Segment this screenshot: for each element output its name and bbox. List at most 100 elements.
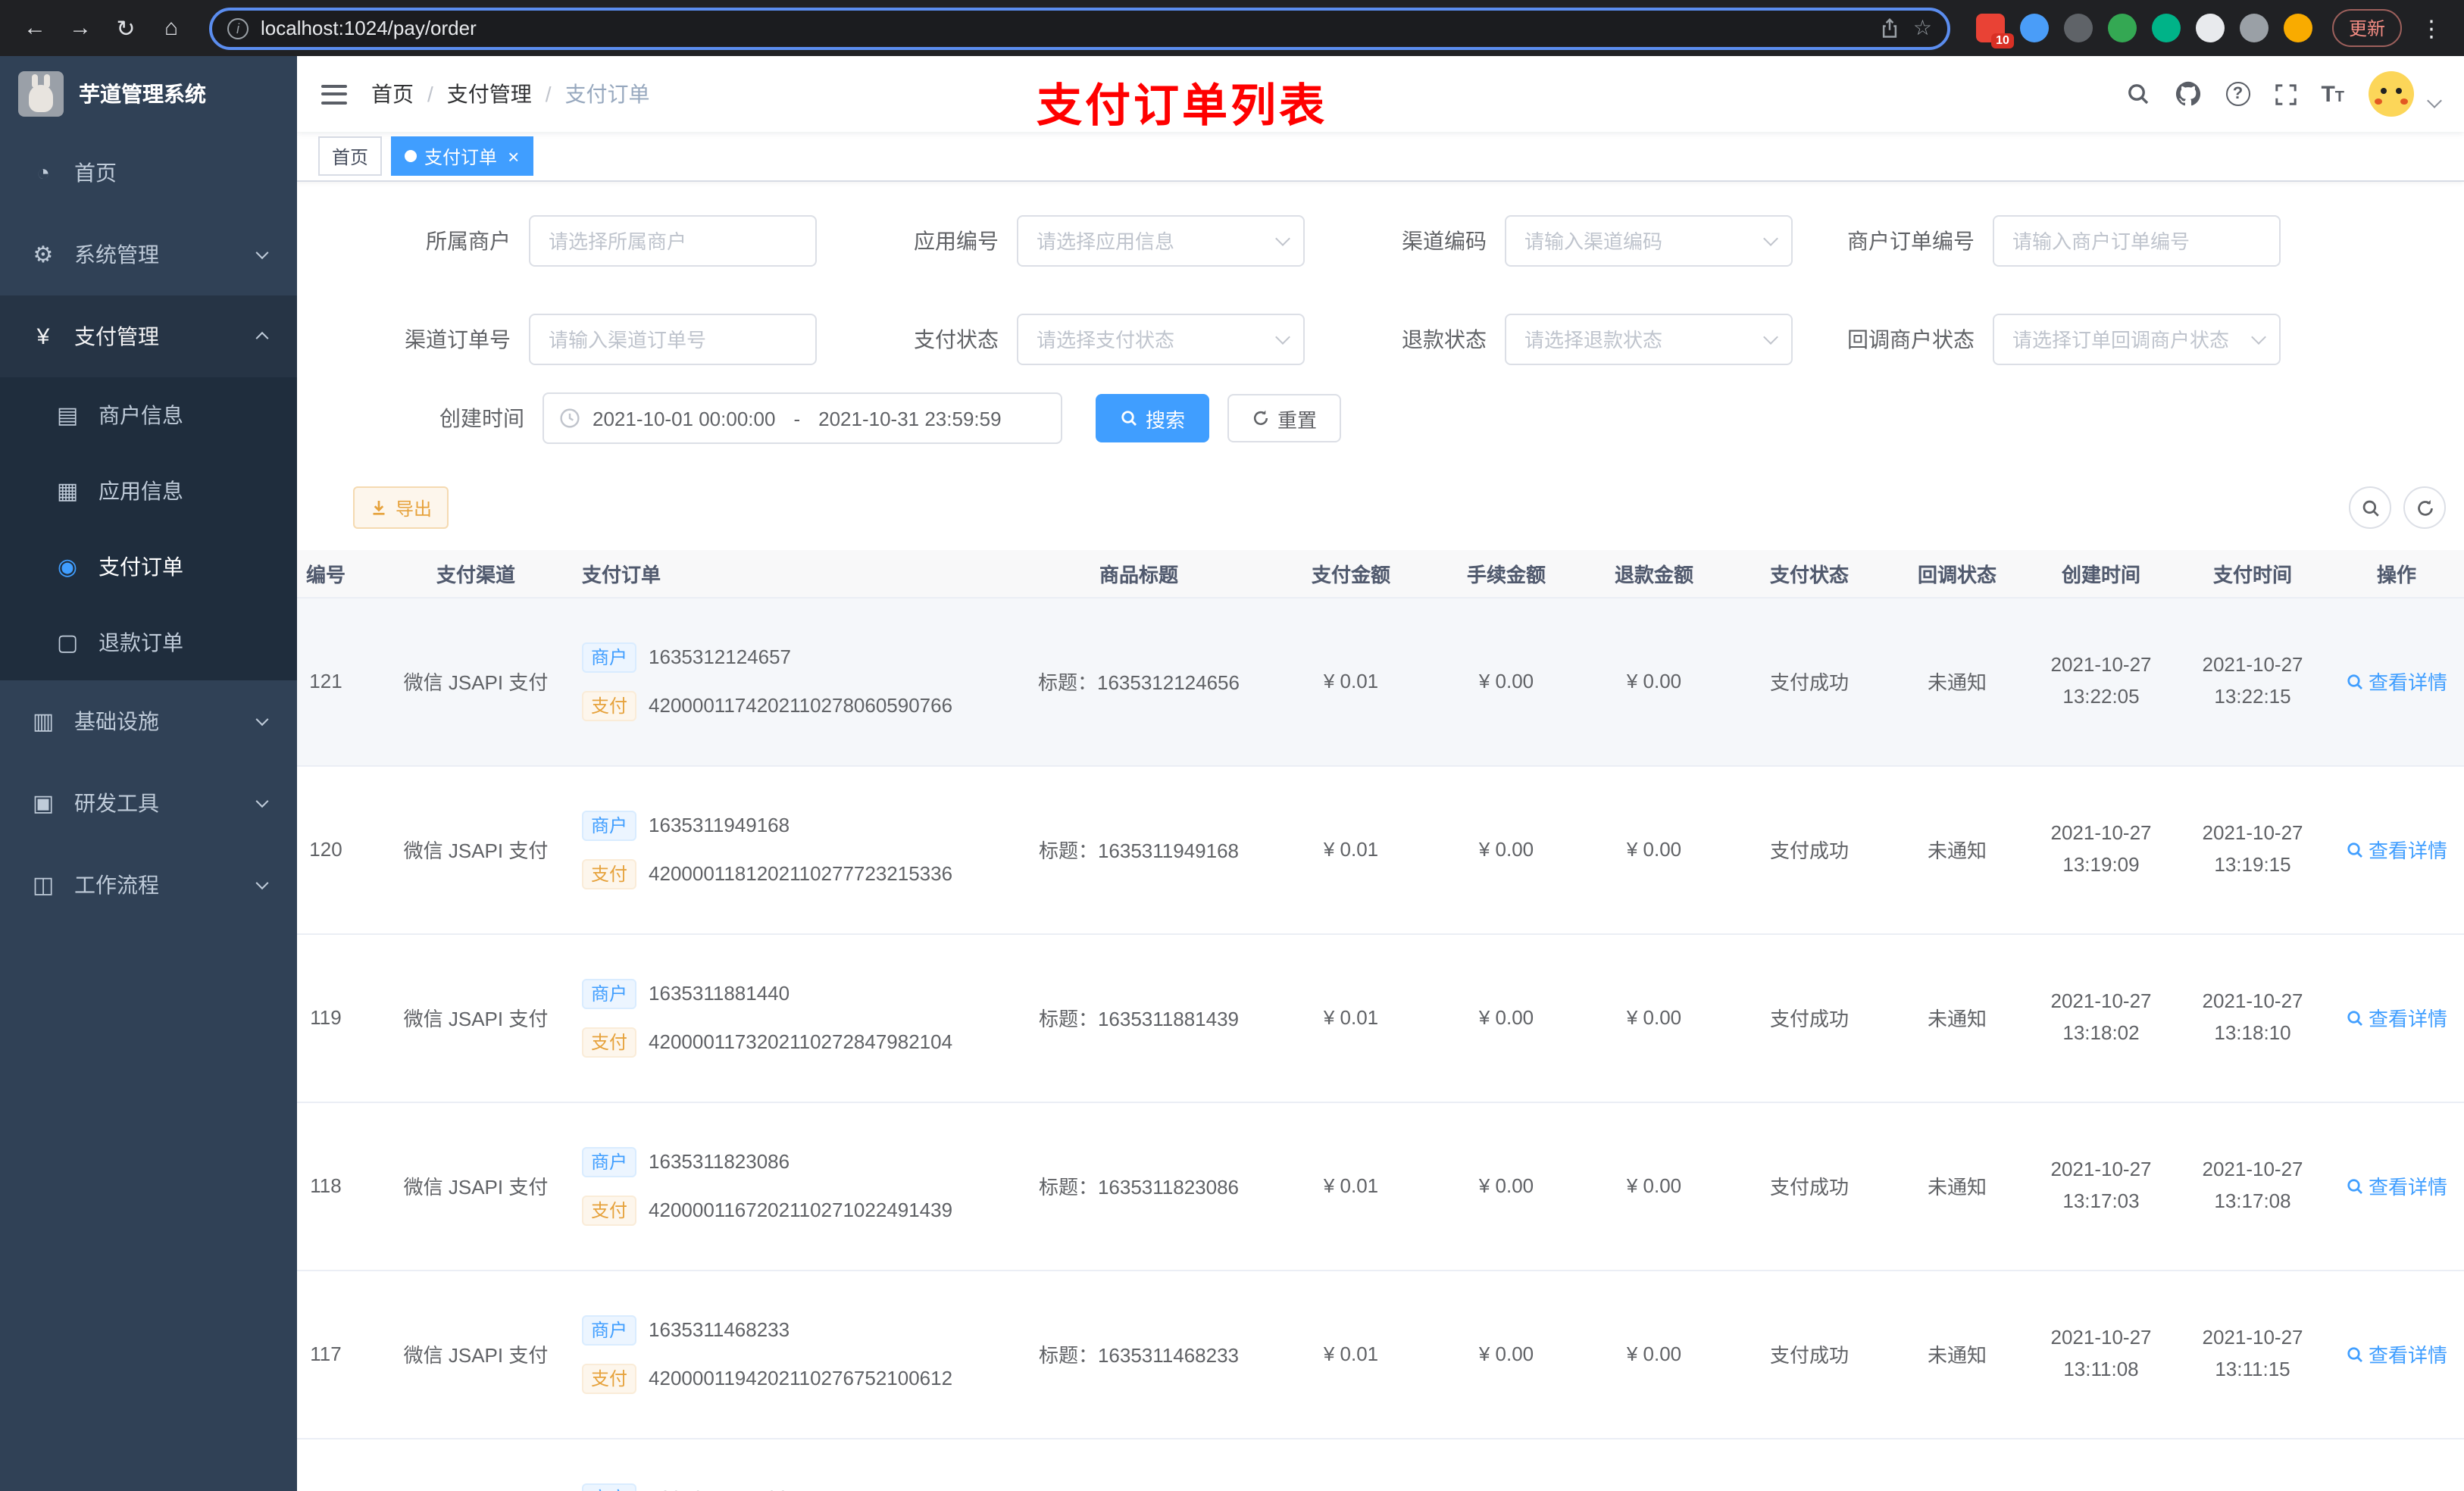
refund-status-select[interactable]: [1505, 314, 1793, 365]
home-icon[interactable]: ⌂: [152, 8, 191, 48]
cell-pay-time: 2021-10-27 13:17:08: [2181, 1102, 2325, 1271]
extension-icon[interactable]: [2195, 14, 2225, 42]
sidebar-item-label: 支付订单: [98, 555, 183, 579]
notify-status-select[interactable]: [1993, 314, 2281, 365]
reload-icon[interactable]: ↻: [106, 8, 145, 48]
close-icon[interactable]: ×: [508, 146, 519, 166]
table-toolbar: 导出: [297, 486, 2464, 529]
date-end: 2021-10-31 23:59:59: [818, 407, 1002, 430]
sidebar-item-infra[interactable]: ▥ 基础设施: [0, 680, 297, 762]
col-fee-amount: 手续金额: [1431, 550, 1582, 598]
breadcrumb-item-home[interactable]: 首页: [371, 79, 414, 109]
browser-menu-icon[interactable]: ⋮: [2414, 14, 2449, 42]
sidebar-toggle-icon[interactable]: [321, 84, 347, 104]
breadcrumb: 首页 / 支付管理 / 支付订单: [371, 79, 650, 109]
extension-icon[interactable]: [2019, 14, 2049, 42]
channel-order-no: 4200001194202110276752100612: [649, 1367, 953, 1389]
sidebar-item-label: 退款订单: [98, 630, 183, 655]
forward-icon[interactable]: →: [61, 8, 100, 48]
extension-icon[interactable]: 10: [1975, 14, 2014, 48]
extension-icon[interactable]: [2063, 14, 2093, 42]
sidebar-item-app-info[interactable]: ▦ 应用信息: [0, 453, 297, 529]
cell-create-time: 2021-10-27 13:18:02: [2022, 933, 2181, 1102]
cell-pay-amount: ¥ 0.01: [1271, 1102, 1431, 1271]
export-button[interactable]: 导出: [353, 486, 449, 529]
filter-row-2: 渠道订单号 支付状态 退款状态 回调商户状态: [329, 314, 2464, 365]
cell-create-time: 2021-10-27 13:17:03: [2022, 1102, 2181, 1271]
back-icon[interactable]: ←: [15, 8, 55, 48]
refresh-icon: [1253, 410, 1268, 425]
create-time-range[interactable]: 2021-10-01 00:00:00 - 2021-10-31 23:59:5…: [543, 392, 1062, 444]
view-detail-link[interactable]: 查看详情: [2346, 1339, 2447, 1368]
merchant-order-no-input[interactable]: [1993, 215, 2281, 267]
date-start: 2021-10-01 00:00:00: [593, 407, 776, 430]
view-detail-link[interactable]: 查看详情: [2346, 835, 2447, 864]
puzzle-extensions-icon[interactable]: [2239, 14, 2269, 42]
reset-button[interactable]: 重置: [1227, 394, 1342, 442]
pay-status-select[interactable]: [1017, 314, 1305, 365]
cell-channel: [385, 1438, 567, 1491]
download-icon: [373, 501, 385, 515]
merchant-order-no: 1635311468233: [649, 1318, 790, 1341]
sidebar-item-system[interactable]: ⚙ 系统管理: [0, 214, 297, 295]
cell-create-time: 2021-10-27 13:19:09: [2022, 765, 2181, 934]
active-dot: [405, 150, 417, 162]
cell-refund-amount: [1582, 1438, 1726, 1491]
view-detail-link[interactable]: 查看详情: [2346, 667, 2447, 695]
merchant-tag: 商户: [582, 810, 637, 840]
channel-code-select[interactable]: [1505, 215, 1793, 267]
search-icon[interactable]: [2125, 82, 2150, 106]
sidebar-item-pay-order[interactable]: ◉ 支付订单: [0, 529, 297, 605]
merchant-card-icon: ▤: [56, 403, 79, 429]
toggle-search-button[interactable]: [2349, 486, 2391, 529]
help-icon[interactable]: ?: [2225, 82, 2250, 106]
col-title: 商品标题: [1006, 550, 1271, 598]
merchant-select[interactable]: [529, 215, 817, 267]
extension-badge: 10: [1991, 33, 2014, 48]
bookmark-star-icon[interactable]: ☆: [1913, 15, 1932, 41]
share-icon[interactable]: [1880, 17, 1901, 39]
tab-home[interactable]: 首页: [318, 136, 383, 176]
col-pay-amount: 支付金额: [1271, 550, 1431, 598]
site-info-icon[interactable]: i: [227, 17, 249, 39]
tab-pay-order[interactable]: 支付订单 ×: [391, 136, 533, 176]
browser-profile-avatar[interactable]: [2283, 14, 2312, 42]
fullscreen-icon[interactable]: [2274, 83, 2297, 105]
breadcrumb-item-payment[interactable]: 支付管理: [447, 79, 532, 109]
table-row: 118 微信 JSAPI 支付 商户 1635311823086 支付 420000…: [297, 1102, 2464, 1271]
cell-order: 商户 1635311949168 支付 4200001181202110277723…: [567, 765, 1006, 934]
cell-channel: 微信 JSAPI 支付: [385, 1102, 567, 1271]
sidebar-item-payment[interactable]: ¥ 支付管理: [0, 295, 297, 377]
channel-order-no-input[interactable]: [529, 314, 817, 365]
extension-icon[interactable]: [2107, 14, 2137, 42]
merchant-order-no: 1635311157736: [649, 1486, 788, 1491]
cell-pay-status: 支付成功: [1726, 1102, 1893, 1271]
filter-row-3: 创建时间 2021-10-01 00:00:00 - 2021-10-31 23…: [329, 392, 2464, 444]
chevron-down-icon[interactable]: [2427, 92, 2442, 108]
filter-label: 退款状态: [1402, 327, 1487, 352]
sidebar-item-devtools[interactable]: ▣ 研发工具: [0, 762, 297, 844]
sidebar-item-refund-order[interactable]: ▢ 退款订单: [0, 605, 297, 680]
font-size-icon[interactable]: TT: [2321, 83, 2344, 105]
address-bar[interactable]: i localhost:1024/pay/order ☆: [209, 7, 1950, 49]
filter-label: 支付状态: [914, 327, 999, 352]
view-detail-link[interactable]: 查看详情: [2346, 1003, 2447, 1032]
channel-order-no: 4200001174202110278060590766: [649, 694, 953, 717]
refresh-icon: [2417, 499, 2432, 515]
sidebar-item-home[interactable]: ◔ 首页: [0, 132, 297, 214]
refresh-table-button[interactable]: [2403, 486, 2446, 529]
cell-fee-amount: ¥ 0.00: [1431, 1270, 1582, 1439]
merchant-tag: 商户: [582, 642, 637, 672]
user-avatar[interactable]: [2369, 71, 2414, 117]
sidebar-item-merchant-info[interactable]: ▤ 商户信息: [0, 377, 297, 453]
extension-icon[interactable]: [2151, 14, 2181, 42]
sidebar-item-workflow[interactable]: ◫ 工作流程: [0, 844, 297, 926]
github-icon[interactable]: [2174, 80, 2201, 108]
view-detail-link[interactable]: 查看详情: [2346, 1171, 2447, 1200]
browser-update-button[interactable]: 更新: [2331, 9, 2402, 47]
app-no-select[interactable]: [1017, 215, 1305, 267]
cell-actions: 查看详情: [2325, 1270, 2464, 1439]
search-button[interactable]: 搜索: [1096, 394, 1210, 442]
tools-icon: ▣: [32, 791, 55, 817]
filter-notify-status: 回调商户状态: [1793, 314, 2281, 365]
